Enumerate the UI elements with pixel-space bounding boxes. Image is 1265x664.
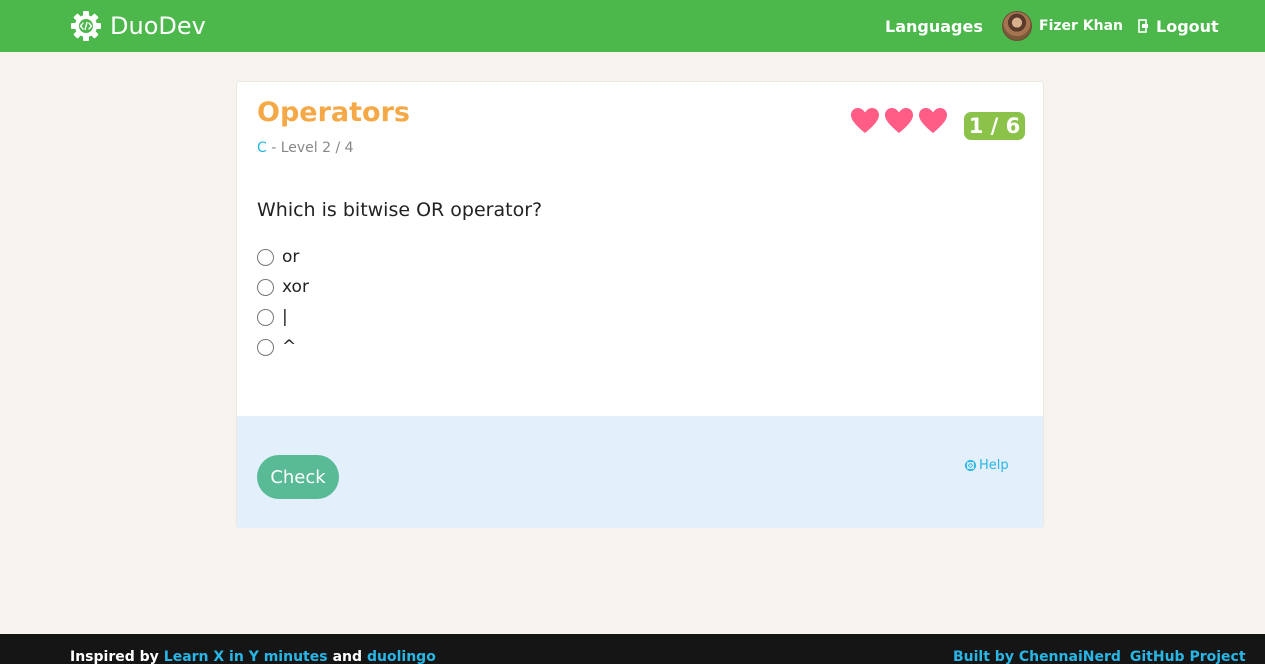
level-text: Level 2 / 4 [280,140,354,156]
help-label: Help [979,458,1009,473]
help-link[interactable]: Help [965,458,1009,473]
option-xor[interactable]: xor [257,272,309,302]
logout-icon [1138,19,1150,33]
answer-options: or xor | ^ [257,242,309,362]
logout-label: Logout [1156,16,1219,36]
logout-link[interactable]: Logout [1138,0,1219,52]
nav-languages-link[interactable]: Languages [885,0,983,52]
answer-panel: Check Help [237,416,1043,528]
option-label: | [282,307,288,327]
github-link[interactable]: GitHub Project [1130,649,1246,664]
option-radio[interactable] [257,308,274,326]
user-name: Fizer Khan [1039,18,1124,34]
option-caret[interactable]: ^ [257,332,309,362]
language-link[interactable]: C [257,140,267,156]
option-label: xor [282,277,309,297]
inspired-by-text: Inspired by [70,649,159,664]
heart-icon [885,108,913,133]
site-footer: Inspired by Learn X in Y minutes and duo… [0,634,1265,664]
check-button[interactable]: Check [257,455,339,499]
duolingo-link[interactable]: duolingo [367,649,436,664]
level-separator: - [266,140,281,156]
option-or[interactable]: or [257,242,309,272]
heart-icon [919,108,947,133]
lesson-subtitle: C - Level 2 / 4 [257,140,354,156]
question-text: Which is bitwise OR operator? [257,199,543,221]
top-navbar: DuoDev Languages Fizer Khan Logout [0,0,1265,52]
heart-icon [851,108,879,133]
option-label: or [282,247,300,267]
lesson-card: Operators C - Level 2 / 4 1 / 6 Which is… [236,81,1044,528]
option-radio[interactable] [257,278,274,296]
option-radio[interactable] [257,338,274,356]
footer-links: Built by ChennaiNerd GitHub Project [953,649,1246,664]
footer-credits: Inspired by Learn X in Y minutes and duo… [70,649,436,664]
learnx-link[interactable]: Learn X in Y minutes [164,649,328,664]
help-lifebuoy-icon [965,460,976,471]
user-profile-link[interactable]: Fizer Khan [1002,0,1123,52]
progress-badge: 1 / 6 [964,112,1025,140]
and-text: and [332,649,362,664]
built-by-link[interactable]: Built by ChennaiNerd [953,649,1121,664]
option-radio[interactable] [257,248,274,266]
option-pipe[interactable]: | [257,302,309,332]
option-label: ^ [282,337,297,357]
lesson-title: Operators [257,97,410,128]
lives-hearts [851,108,947,134]
avatar [1002,11,1032,41]
